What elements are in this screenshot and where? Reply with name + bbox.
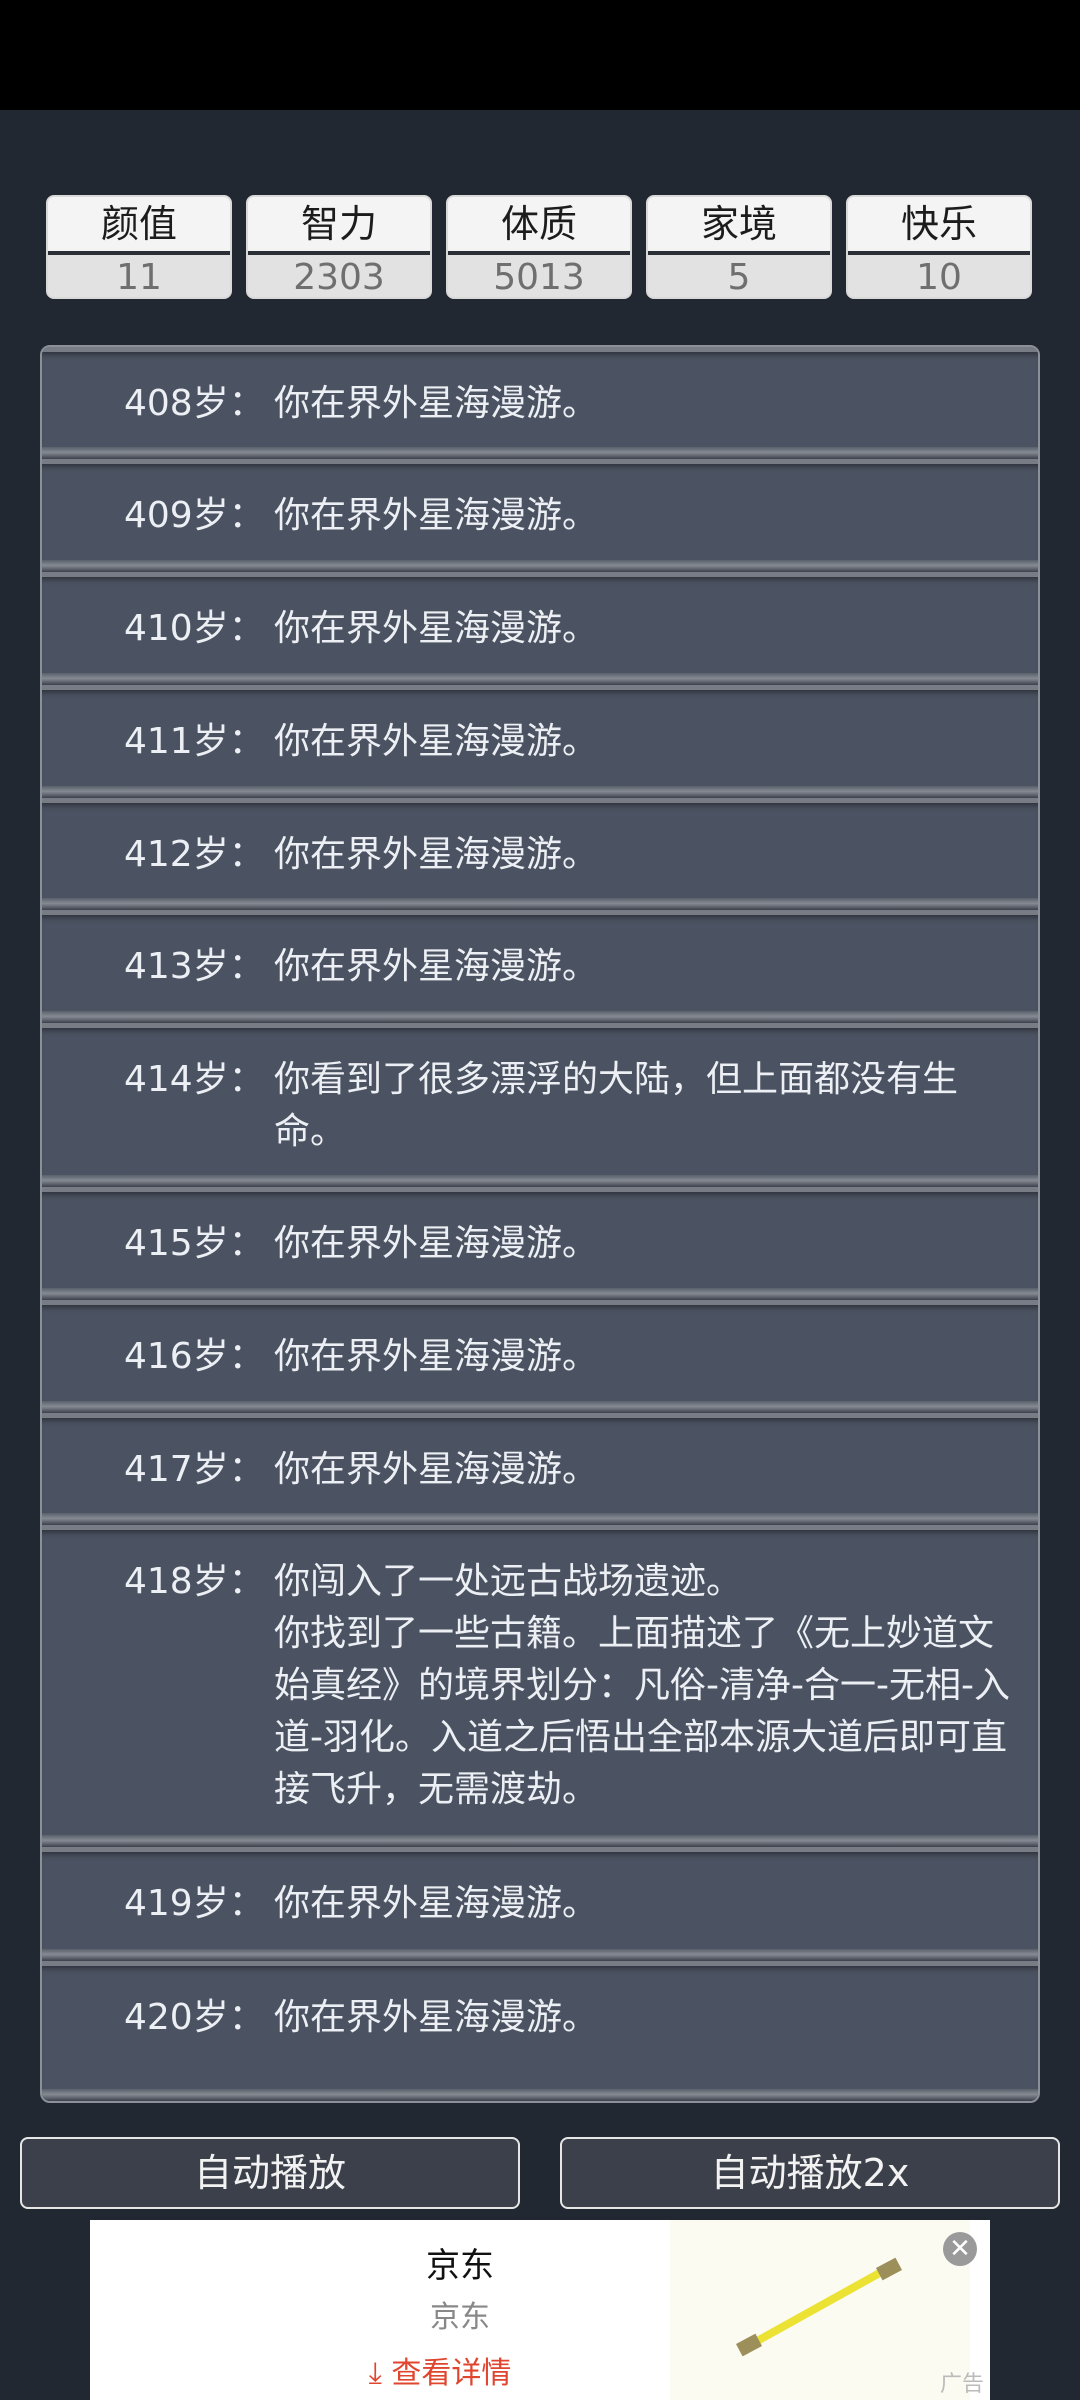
log-age: 418岁： xyxy=(124,1561,265,1602)
auto-play-button[interactable]: 自动播放 xyxy=(20,2137,520,2209)
log-age: 409岁： xyxy=(124,495,265,536)
ad-product-image xyxy=(670,2220,970,2400)
log-text: 你在界外星海漫游。 xyxy=(274,1336,599,1377)
stat-constitution: 体质 5013 xyxy=(446,195,632,299)
log-age: 408岁： xyxy=(124,383,265,424)
stat-label: 快乐 xyxy=(848,197,1030,251)
log-age: 416岁： xyxy=(124,1336,265,1377)
ad-title: 京东 xyxy=(426,2246,494,2286)
log-age: 419岁： xyxy=(124,1883,265,1924)
close-icon[interactable]: ✕ xyxy=(943,2232,977,2266)
auto-play-2x-button[interactable]: 自动播放2x xyxy=(560,2137,1060,2209)
log-age: 410岁： xyxy=(124,608,265,649)
ad-banner[interactable]: 京东 京东 ⤓ 查看详情 ✕ 广告 xyxy=(90,2220,990,2400)
log-entry: 410岁： 你在界外星海漫游。 xyxy=(42,572,1038,685)
log-entry: 413岁： 你在界外星海漫游。 xyxy=(42,910,1038,1023)
log-text: 你在界外星海漫游。 xyxy=(274,383,599,424)
stat-value: 5013 xyxy=(448,251,630,297)
log-text: 你在界外星海漫游。 xyxy=(274,946,599,987)
stat-label: 颜值 xyxy=(48,197,230,251)
status-bar xyxy=(0,0,1080,110)
log-text: 你闯入了一处远古战场遗迹。 你找到了一些古籍。上面描述了《无上妙道文始真经》的境… xyxy=(274,1556,1014,1816)
log-text-line: 你找到了一些古籍。上面描述了《无上妙道文始真经》的境界划分：凡俗-清净-合一-无… xyxy=(274,1613,1010,1810)
log-text: 你在界外星海漫游。 xyxy=(274,834,599,875)
log-text: 你在界外星海漫游。 xyxy=(274,608,599,649)
stat-label: 智力 xyxy=(248,197,430,251)
log-text-line: 你闯入了一处远古战场遗迹。 xyxy=(274,1561,743,1602)
attribute-stats: 颜值 11 智力 2303 体质 5013 家境 5 快乐 10 xyxy=(46,195,1036,301)
log-entry: 411岁： 你在界外星海漫游。 xyxy=(42,685,1038,798)
log-age: 411岁： xyxy=(124,721,265,762)
stat-appearance: 颜值 11 xyxy=(46,195,232,299)
stat-happiness: 快乐 10 xyxy=(846,195,1032,299)
ad-label: 广告 xyxy=(939,2372,984,2397)
log-entry: 419岁： 你在界外星海漫游。 xyxy=(42,1847,1038,1961)
ad-details-link[interactable]: ⤓ 查看详情 xyxy=(290,2348,590,2392)
log-age: 412岁： xyxy=(124,834,265,875)
log-text: 你在界外星海漫游。 xyxy=(274,1883,599,1924)
stat-value: 11 xyxy=(48,251,230,297)
log-entry: 418岁： 你闯入了一处远古战场遗迹。 你找到了一些古籍。上面描述了《无上妙道文… xyxy=(42,1525,1038,1847)
log-text: 你看到了很多漂浮的大陆，但上面都没有生命。 xyxy=(274,1059,959,1152)
stat-family: 家境 5 xyxy=(646,195,832,299)
log-age: 413岁： xyxy=(124,946,265,987)
log-entry: 415岁： 你在界外星海漫游。 xyxy=(42,1187,1038,1300)
log-age: 417岁： xyxy=(124,1449,265,1490)
log-entry: 409岁： 你在界外星海漫游。 xyxy=(42,459,1038,572)
log-text: 你在界外星海漫游。 xyxy=(274,495,599,536)
log-entry: 412岁： 你在界外星海漫游。 xyxy=(42,798,1038,910)
stat-value: 2303 xyxy=(248,251,430,297)
log-entry: 408岁： 你在界外星海漫游。 xyxy=(42,347,1038,459)
log-age: 420岁： xyxy=(124,1997,265,2038)
download-arrow-icon: ⤓ xyxy=(368,2356,382,2391)
log-text: 你在界外星海漫游。 xyxy=(274,721,599,762)
log-entry: 414岁： 你看到了很多漂浮的大陆，但上面都没有生命。 xyxy=(42,1023,1038,1187)
stat-intelligence: 智力 2303 xyxy=(246,195,432,299)
ad-link-label: 查看详情 xyxy=(391,2356,512,2391)
ad-subtitle: 京东 xyxy=(430,2300,490,2335)
log-text: 你在界外星海漫游。 xyxy=(274,1449,599,1490)
log-entry: 417岁： 你在界外星海漫游。 xyxy=(42,1413,1038,1525)
log-entry: 416岁： 你在界外星海漫游。 xyxy=(42,1300,1038,1413)
stat-label: 家境 xyxy=(648,197,830,251)
stat-value: 5 xyxy=(648,251,830,297)
log-text: 你在界外星海漫游。 xyxy=(274,1997,599,2038)
cable-icon xyxy=(736,2257,902,2357)
log-entry: 420岁： 你在界外星海漫游。 xyxy=(42,1961,1038,2101)
stat-label: 体质 xyxy=(448,197,630,251)
stat-value: 10 xyxy=(848,251,1030,297)
life-event-log[interactable]: 408岁： 你在界外星海漫游。 409岁： 你在界外星海漫游。 410岁： 你在… xyxy=(40,345,1040,2103)
log-age: 415岁： xyxy=(124,1223,265,1264)
log-age: 414岁： xyxy=(124,1059,265,1100)
log-text: 你在界外星海漫游。 xyxy=(274,1223,599,1264)
